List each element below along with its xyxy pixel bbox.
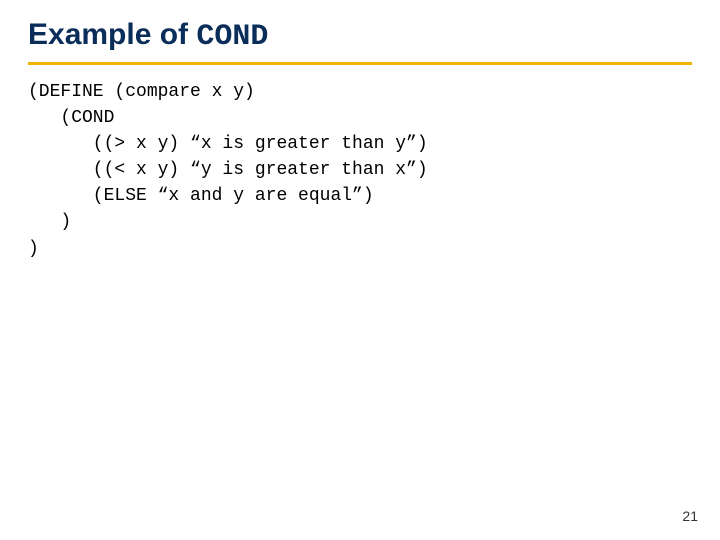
page-number: 21: [682, 508, 698, 524]
code-line-4: ((< x y) “y is greater than x”): [28, 160, 428, 180]
code-line-2: (COND: [28, 108, 114, 128]
code-line-3: ((> x y) “x is greater than y”): [28, 134, 428, 154]
code-line-6: ): [28, 212, 71, 232]
slide-title: Example of COND: [28, 18, 692, 62]
slide: Example of COND (DEFINE (compare x y) (C…: [0, 0, 720, 540]
code-line-7: ): [28, 239, 39, 259]
title-code: COND: [196, 20, 268, 54]
code-block: (DEFINE (compare x y) (COND ((> x y) “x …: [28, 79, 692, 262]
title-rule: [28, 62, 692, 65]
title-prefix: Example of: [28, 18, 196, 51]
code-line-5: (ELSE “x and y are equal”): [28, 186, 374, 206]
code-line-1: (DEFINE (compare x y): [28, 82, 255, 102]
